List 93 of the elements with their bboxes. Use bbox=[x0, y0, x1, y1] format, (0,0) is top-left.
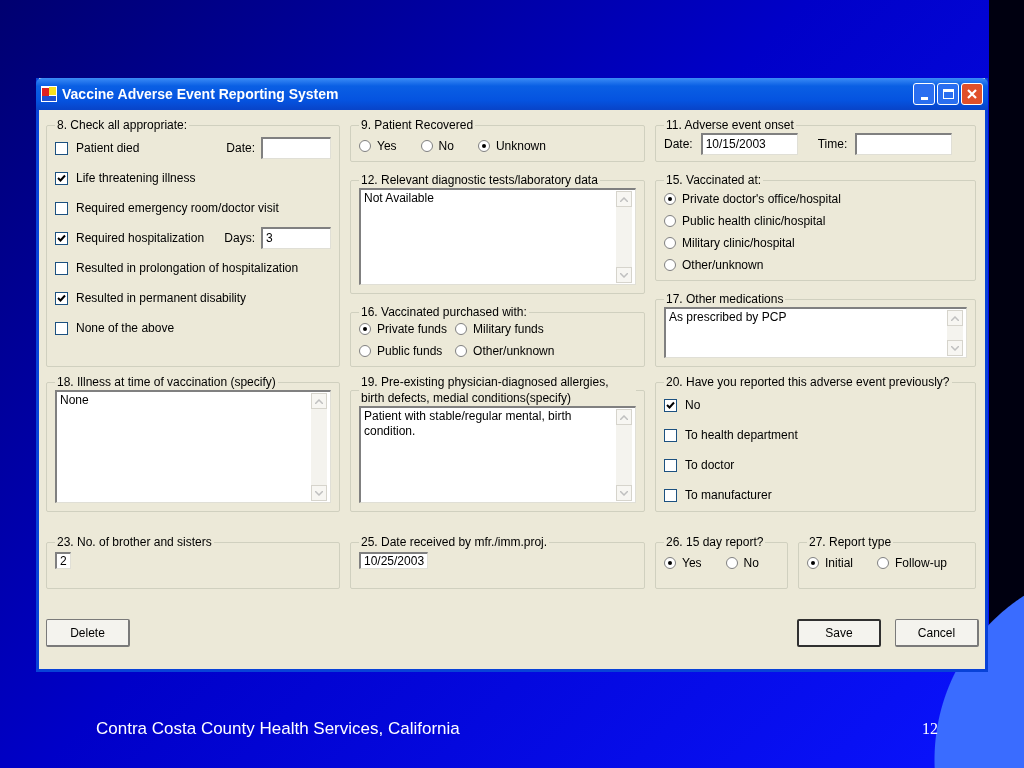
radio-label: No bbox=[438, 138, 454, 155]
maximize-icon bbox=[942, 89, 954, 99]
checkbox-label: Patient died bbox=[76, 140, 140, 157]
slide-number: 12 bbox=[922, 718, 938, 739]
dialog-button[interactable]: Cancel bbox=[895, 619, 979, 647]
maximize-button[interactable] bbox=[937, 83, 959, 105]
field-label: Date: bbox=[226, 140, 255, 157]
field-label: Days: bbox=[224, 230, 255, 247]
close-button[interactable] bbox=[961, 83, 983, 105]
radio-label: Unknown bbox=[495, 138, 546, 155]
checkbox[interactable] bbox=[664, 488, 677, 502]
radio-label: Other/unknown bbox=[682, 257, 764, 274]
window-title: Vaccine Adverse Event Reporting System bbox=[62, 84, 339, 104]
input-field[interactable] bbox=[261, 137, 331, 159]
group-title: 8. Check all appropriate: bbox=[56, 117, 189, 133]
field-label: Time: bbox=[817, 136, 848, 153]
radio-label: Military funds bbox=[473, 321, 544, 338]
checkbox[interactable] bbox=[664, 398, 677, 412]
checkbox[interactable] bbox=[55, 171, 68, 185]
radio-label: Military clinic/hospital bbox=[682, 235, 795, 252]
text-area[interactable]: Patient with stable/regular mental, birth condition. bbox=[359, 406, 636, 503]
text-area[interactable]: As prescribed by PCP bbox=[664, 307, 967, 358]
group-title: 26. 15 day report? bbox=[665, 534, 765, 550]
radio-button[interactable] bbox=[877, 557, 889, 569]
checkbox[interactable] bbox=[664, 458, 677, 472]
checkbox[interactable] bbox=[664, 428, 677, 442]
group-title: 20. Have you reported this adverse event previously? bbox=[665, 374, 951, 390]
radio-button[interactable] bbox=[455, 323, 468, 335]
field-label: Date: bbox=[664, 136, 693, 153]
input-field[interactable]: 10/25/2003 bbox=[359, 552, 429, 569]
checkbox[interactable] bbox=[55, 321, 68, 335]
radio-button[interactable] bbox=[664, 237, 676, 249]
group-title: 25. Date received by mfr./imm.proj. bbox=[360, 534, 549, 550]
radio-button[interactable] bbox=[664, 193, 676, 205]
checkbox-label: None of the above bbox=[76, 320, 175, 337]
minimize-icon bbox=[920, 97, 928, 100]
dialog-button[interactable]: Save bbox=[797, 619, 881, 647]
group-title: 12. Relevant diagnostic tests/laboratory data bbox=[360, 172, 599, 188]
group-title: 19. Pre-existing physician-diagnosed allergies, birth defects, medial conditions(specify) bbox=[360, 374, 610, 406]
group-title: 11. Adverse event onset bbox=[665, 117, 795, 133]
group-title: 15. Vaccinated at: bbox=[665, 172, 763, 188]
radio-button[interactable] bbox=[359, 323, 371, 335]
text-area[interactable]: Not Available bbox=[359, 188, 636, 285]
radio-label: Public funds bbox=[377, 343, 443, 360]
dialog-button[interactable]: Delete bbox=[46, 619, 130, 647]
radio-button[interactable] bbox=[359, 140, 371, 152]
checkbox-label: Required emergency room/doctor visit bbox=[76, 200, 279, 217]
radio-button[interactable] bbox=[455, 345, 468, 357]
group-title: 9. Patient Recovered bbox=[360, 117, 475, 133]
radio-label: Private funds bbox=[377, 321, 448, 338]
group-title: 18. Illness at time of vaccination (specify) bbox=[56, 374, 277, 390]
radio-label: No bbox=[743, 555, 759, 572]
input-field[interactable]: 10/15/2003 bbox=[700, 133, 798, 155]
input-field[interactable]: 2 bbox=[55, 552, 71, 569]
input-field[interactable] bbox=[855, 133, 953, 155]
checkbox-label: No bbox=[685, 397, 701, 414]
radio-label: Yes bbox=[682, 555, 702, 572]
group-title: 16. Vaccinated purchased with: bbox=[360, 304, 528, 320]
close-icon bbox=[966, 88, 978, 100]
checkbox-label: Resulted in prolongation of hospitalization bbox=[76, 260, 299, 277]
radio-label: Other/unknown bbox=[473, 343, 555, 360]
input-field[interactable]: 3 bbox=[261, 227, 331, 249]
checkbox[interactable] bbox=[55, 261, 68, 275]
checkbox-label: To doctor bbox=[685, 457, 735, 474]
checkbox[interactable] bbox=[55, 231, 68, 245]
radio-button[interactable] bbox=[359, 345, 371, 357]
group-title: 27. Report type bbox=[808, 534, 893, 550]
checkbox-label: Resulted in permanent disability bbox=[76, 290, 247, 307]
radio-label: Private doctor's office/hospital bbox=[682, 191, 841, 208]
radio-button[interactable] bbox=[420, 140, 433, 152]
checkbox[interactable] bbox=[55, 201, 68, 215]
group-title: 23. No. of brother and sisters bbox=[56, 534, 213, 550]
radio-button[interactable] bbox=[807, 557, 819, 569]
radio-label: Follow-up bbox=[895, 555, 948, 572]
radio-button[interactable] bbox=[664, 215, 676, 227]
radio-button[interactable] bbox=[664, 557, 676, 569]
radio-button[interactable] bbox=[664, 259, 676, 271]
radio-label: Public health clinic/hospital bbox=[682, 213, 826, 230]
checkbox-label: Required hospitalization bbox=[76, 230, 205, 247]
app-icon bbox=[41, 86, 57, 102]
slide-footer: Contra Costa County Health Services, California bbox=[96, 716, 460, 742]
radio-label: Yes bbox=[377, 138, 397, 155]
radio-label: Initial bbox=[825, 555, 853, 572]
checkbox-label: To manufacturer bbox=[685, 487, 772, 504]
radio-button[interactable] bbox=[477, 140, 490, 152]
minimize-button[interactable] bbox=[913, 83, 935, 105]
checkbox-label: To health department bbox=[685, 427, 798, 444]
group-title: 17. Other medications bbox=[665, 291, 785, 307]
checkbox-label: Life threatening illness bbox=[76, 170, 196, 187]
text-area[interactable]: None bbox=[55, 390, 331, 503]
checkbox[interactable] bbox=[55, 291, 68, 305]
checkbox[interactable] bbox=[55, 141, 68, 155]
radio-button[interactable] bbox=[725, 557, 738, 569]
